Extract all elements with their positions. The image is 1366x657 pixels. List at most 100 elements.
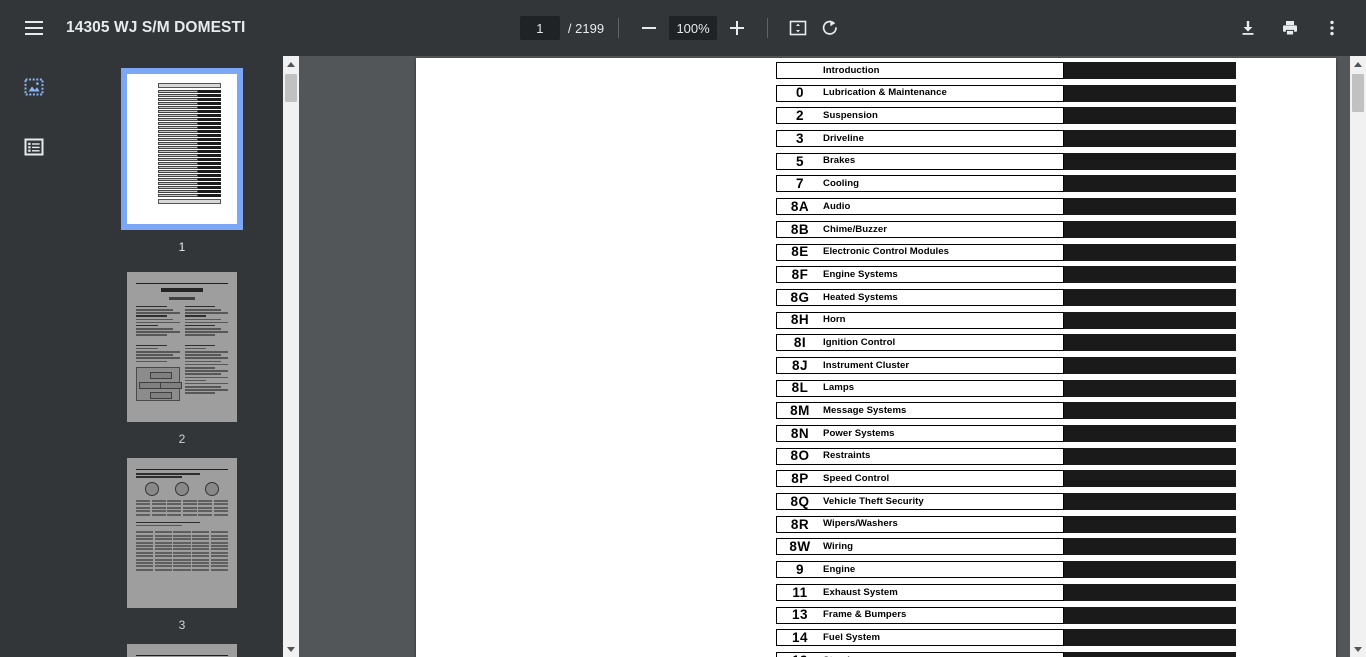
thumbnail-item[interactable]: 2 bbox=[127, 272, 237, 446]
toc-row-label-box: 8Q Vehicle Theft Security bbox=[776, 493, 1064, 511]
toc-row-label-box: 13 Frame & Bumpers bbox=[776, 606, 1064, 624]
sidebar-item-outline-view[interactable] bbox=[17, 130, 51, 164]
toc-row-label-box: 8P Speed Control bbox=[776, 470, 1064, 488]
toc-row-label-box: 3 Driveline bbox=[776, 130, 1064, 148]
thumbnail-doc-graphic bbox=[136, 282, 228, 412]
zoom-out-button[interactable] bbox=[633, 12, 665, 44]
toc-row[interactable]: 8Q Vehicle Theft Security bbox=[776, 493, 1236, 511]
toc-section-title: Cooling bbox=[823, 178, 860, 190]
scroll-up-arrow-icon[interactable] bbox=[1350, 56, 1366, 72]
toc-row[interactable]: 3 Driveline bbox=[776, 130, 1236, 148]
toc-row[interactable]: 8G Heated Systems bbox=[776, 288, 1236, 306]
fit-to-page-icon[interactable] bbox=[782, 12, 814, 44]
toc-row[interactable]: Introduction bbox=[776, 62, 1236, 79]
toc-section-number: 8F bbox=[791, 266, 809, 282]
toc-row[interactable]: 8M Message Systems bbox=[776, 402, 1236, 420]
toc-section-number: 8A bbox=[790, 198, 810, 214]
toc-section-title: Wipers/Washers bbox=[823, 518, 898, 530]
thumbnail-panel-scrollbar[interactable] bbox=[283, 56, 299, 657]
thumbnail-preview-page-3[interactable] bbox=[127, 458, 237, 608]
toc-section-title: Lamps bbox=[823, 382, 855, 394]
toc-row[interactable]: 8N Power Systems bbox=[776, 425, 1236, 442]
toc-section-title: Fuel System bbox=[823, 631, 881, 643]
toc-section-number: 5 bbox=[795, 153, 804, 169]
thumbnail-page-label: 1 bbox=[178, 240, 186, 254]
scrollbar-thumb[interactable] bbox=[1352, 74, 1364, 112]
toc-section-title: Exhaust System bbox=[823, 586, 898, 598]
toc-section-number: 8W bbox=[789, 539, 811, 555]
toc-section-number: 2 bbox=[795, 108, 804, 124]
toc-row[interactable]: 8A Audio bbox=[776, 198, 1236, 216]
toc-row-tab bbox=[1064, 606, 1236, 624]
toc-section-number: 11 bbox=[792, 584, 808, 600]
toc-row[interactable]: 8R Wipers/Washers bbox=[776, 515, 1236, 533]
page-number-input[interactable] bbox=[519, 16, 560, 40]
toc-row-label-box: 8R Wipers/Washers bbox=[776, 515, 1064, 533]
toc-row[interactable]: 8P Speed Control bbox=[776, 470, 1236, 488]
document-viewport[interactable]: Introduction 0 Lubrication & Maintenance… bbox=[296, 56, 1366, 657]
page-total-label: / 2199 bbox=[567, 20, 605, 36]
toc-row-tab bbox=[1064, 130, 1236, 148]
toc-row[interactable]: 8J Instrument Cluster bbox=[776, 356, 1236, 374]
thumbnail-item[interactable]: 4 bbox=[127, 644, 237, 657]
toc-row[interactable]: 19 Steering bbox=[776, 651, 1236, 657]
scroll-up-arrow-icon[interactable] bbox=[283, 56, 299, 72]
toc-section-title: Engine Systems bbox=[823, 268, 898, 280]
toc-row[interactable]: 8F Engine Systems bbox=[776, 266, 1236, 284]
toc-row-tab bbox=[1064, 84, 1236, 102]
toc-row-tab bbox=[1064, 266, 1236, 284]
toc-section-title: Audio bbox=[823, 200, 851, 212]
print-icon[interactable] bbox=[1274, 12, 1306, 44]
toc-row[interactable]: 9 Engine bbox=[776, 561, 1236, 579]
toc-row[interactable]: 7 Cooling bbox=[776, 175, 1236, 193]
toc-row[interactable]: 8W Wiring bbox=[776, 538, 1236, 556]
toc-row[interactable]: 8H Horn bbox=[776, 311, 1236, 329]
toc-section-title: Electronic Control Modules bbox=[823, 246, 950, 258]
toc-row[interactable]: 14 Fuel System bbox=[776, 629, 1236, 647]
toc-section-number: 8E bbox=[791, 244, 809, 260]
toc-row[interactable]: 0 Lubrication & Maintenance bbox=[776, 84, 1236, 102]
toc-section-title: Chime/Buzzer bbox=[823, 223, 888, 235]
toc-row-label-box: 8M Message Systems bbox=[776, 402, 1064, 420]
toc-row[interactable]: 13 Frame & Bumpers bbox=[776, 606, 1236, 624]
toc-row[interactable]: 2 Suspension bbox=[776, 107, 1236, 125]
rotate-icon[interactable] bbox=[814, 12, 846, 44]
toc-row-label-box: 8I Ignition Control bbox=[776, 334, 1064, 352]
toc-row[interactable]: 8E Electronic Control Modules bbox=[776, 243, 1236, 261]
sidebar-item-thumbnail-view[interactable] bbox=[17, 70, 51, 104]
thumbnail-item[interactable]: 1 bbox=[121, 68, 243, 254]
scrollbar-thumb[interactable] bbox=[285, 74, 297, 102]
toc-row-label-box: 8J Instrument Cluster bbox=[776, 356, 1064, 374]
thumbnail-preview-page-2[interactable] bbox=[127, 272, 237, 422]
toc-section-number: 9 bbox=[795, 561, 804, 577]
toc-row[interactable]: 5 Brakes bbox=[776, 152, 1236, 170]
toc-row-tab bbox=[1064, 651, 1236, 657]
toc-row-tab bbox=[1064, 356, 1236, 374]
thumbnail-page-label: 2 bbox=[178, 432, 186, 446]
toc-section-number: 8N bbox=[790, 425, 810, 441]
scroll-down-arrow-icon[interactable] bbox=[1350, 641, 1366, 657]
toc-section-title: Instrument Cluster bbox=[823, 359, 910, 371]
toc-row[interactable]: 8O Restraints bbox=[776, 447, 1236, 465]
toc-row[interactable]: 8L Lamps bbox=[776, 379, 1236, 397]
zoom-in-button[interactable] bbox=[721, 12, 753, 44]
toc-section-number: 3 bbox=[795, 130, 804, 146]
thumbnail-panel: 1 2 3 bbox=[68, 56, 296, 657]
toc-row[interactable]: 8I Ignition Control bbox=[776, 334, 1236, 352]
scroll-down-arrow-icon[interactable] bbox=[283, 641, 299, 657]
toc-row[interactable]: 8B Chime/Buzzer bbox=[776, 220, 1236, 238]
thumbnail-preview-page-1[interactable] bbox=[121, 68, 243, 230]
toc-section-number: 8B bbox=[790, 221, 810, 237]
document-scrollbar[interactable] bbox=[1350, 56, 1366, 657]
thumbnail-preview-page-4[interactable] bbox=[127, 644, 237, 657]
toc-section-title: Vehicle Theft Security bbox=[823, 495, 924, 507]
toc-row-tab bbox=[1064, 493, 1236, 511]
thumbnail-item[interactable]: 3 bbox=[127, 458, 237, 632]
zoom-level-input[interactable] bbox=[669, 16, 718, 40]
download-icon[interactable] bbox=[1232, 12, 1264, 44]
toc-row[interactable]: 11 Exhaust System bbox=[776, 583, 1236, 601]
hamburger-menu-icon[interactable] bbox=[18, 12, 50, 44]
toc-row-tab bbox=[1064, 561, 1236, 579]
toc-row-tab bbox=[1064, 538, 1236, 556]
more-vertical-icon[interactable] bbox=[1316, 12, 1348, 44]
